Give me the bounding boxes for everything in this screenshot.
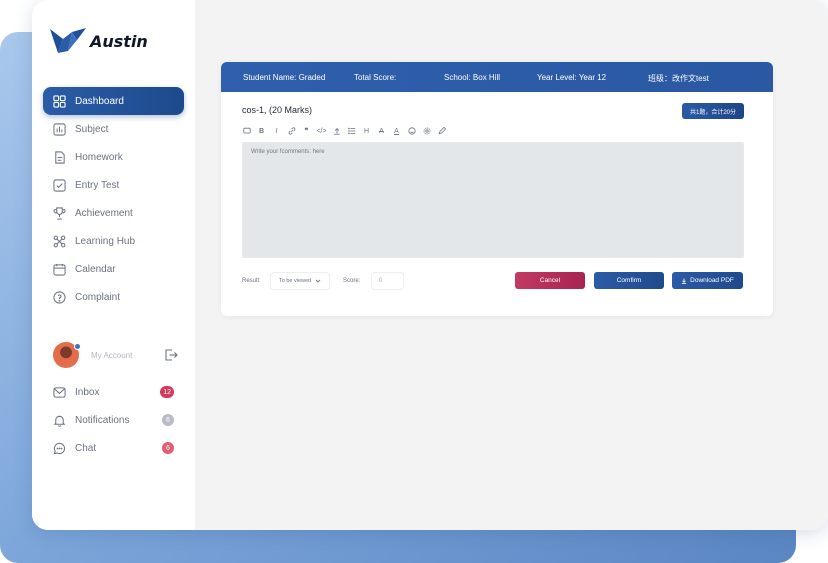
class-name: 班级：改作文test (648, 74, 709, 83)
app-window: Austin Dashboard Subject Homework Entry … (32, 0, 828, 530)
grading-card: Student Name: Graded Total Score: School… (221, 62, 773, 316)
download-pdf-label: Download PDF (690, 277, 734, 284)
score-label: Score: (343, 278, 361, 284)
hub-icon (53, 235, 66, 248)
student-info-bar: Student Name: Graded Total Score: School… (221, 62, 773, 92)
sidebar-item-complaint[interactable]: Complaint (43, 283, 184, 311)
quote-icon[interactable]: ❞ (302, 127, 311, 136)
inbox-count-badge: 12 (160, 386, 174, 398)
sidebar-item-label: Inbox (75, 386, 100, 398)
chevron-down-icon (315, 279, 321, 283)
underline-icon[interactable]: A (392, 127, 401, 136)
account-row[interactable]: My Account (53, 341, 178, 369)
comment-editor[interactable] (242, 142, 744, 258)
result-value: To be viewed (279, 278, 312, 284)
bold-icon[interactable]: B (257, 127, 266, 136)
bell-icon (53, 414, 66, 427)
sidebar-item-label: Learning Hub (75, 235, 136, 247)
secondary-nav: Inbox 12 Notifications 6 Chat 6 (43, 378, 184, 462)
strikethrough-icon[interactable]: A (377, 127, 386, 136)
complaint-icon (53, 290, 66, 304)
account-label: My Account (91, 350, 133, 360)
editor-toolbar: B I ❞ </> H A A (242, 126, 452, 136)
emoji-icon[interactable] (407, 127, 416, 136)
sidebar-item-notifications[interactable]: Notifications 6 (43, 406, 184, 434)
dashboard-icon (53, 94, 66, 108)
sidebar-item-subject[interactable]: Subject (43, 115, 184, 143)
main-nav: Dashboard Subject Homework Entry Test Ac… (43, 87, 184, 311)
code-icon[interactable]: </> (316, 127, 326, 136)
sidebar-item-homework[interactable]: Homework (43, 143, 184, 171)
sidebar-item-chat[interactable]: Chat 6 (43, 434, 184, 462)
sidebar-item-learning-hub[interactable]: Learning Hub (43, 227, 184, 255)
inbox-icon (53, 386, 66, 399)
download-pdf-button[interactable]: Download PDF (672, 272, 743, 289)
online-status-dot (74, 343, 81, 350)
sidebar-item-achievement[interactable]: Achievement (43, 199, 184, 227)
sidebar-item-entry-test[interactable]: Entry Test (43, 171, 184, 199)
sidebar-item-label: Notifications (75, 414, 130, 426)
settings-icon[interactable] (422, 127, 431, 136)
heading-icon[interactable]: H (362, 127, 371, 136)
total-score: Total Score: (354, 73, 397, 82)
upload-icon[interactable] (332, 127, 341, 136)
total-marks-button[interactable]: 共1题，合计20分 (681, 103, 744, 119)
sidebar-item-label: Achievement (75, 207, 133, 219)
confirm-button[interactable]: Comfirm (594, 272, 664, 289)
main-content: Student Name: Graded Total Score: School… (195, 0, 828, 530)
sidebar-item-label: Chat (75, 442, 97, 454)
score-input[interactable]: 0 (371, 272, 404, 290)
year-level: Year Level: Year 12 (537, 73, 607, 82)
avatar[interactable] (53, 342, 81, 368)
pen-icon[interactable] (437, 127, 446, 136)
sidebar-item-label: Entry Test (75, 179, 120, 191)
calendar-icon (53, 263, 66, 276)
school-name: School: Box Hill (444, 73, 501, 82)
sidebar-item-label: Calendar (75, 263, 116, 275)
link-icon[interactable] (287, 127, 296, 136)
sidebar-item-calendar[interactable]: Calendar (43, 255, 184, 283)
sidebar-item-label: Homework (75, 151, 123, 163)
sidebar: Austin Dashboard Subject Homework Entry … (32, 0, 195, 530)
sidebar-item-label: Complaint (75, 291, 121, 303)
document-icon (53, 150, 66, 164)
chat-icon (53, 442, 66, 455)
logo: Austin (50, 28, 148, 54)
grading-actions: Result: To be viewed Score: 0 Cancel Com… (242, 271, 744, 291)
cancel-button[interactable]: Cancel (515, 272, 585, 289)
download-icon (681, 278, 687, 284)
chart-icon (53, 122, 66, 136)
result-label: Result: (242, 278, 261, 284)
bird-logo-icon (50, 28, 86, 53)
result-select[interactable]: To be viewed (270, 272, 330, 290)
student-name: Student Name: Graded (243, 73, 326, 82)
sidebar-item-inbox[interactable]: Inbox 12 (43, 378, 184, 406)
chat-count-badge: 6 (162, 442, 174, 454)
list-icon[interactable] (347, 127, 356, 136)
test-icon (53, 178, 66, 192)
trophy-icon (53, 206, 66, 220)
comment-icon[interactable] (242, 127, 251, 136)
sidebar-item-label: Dashboard (75, 95, 124, 107)
sidebar-item-dashboard[interactable]: Dashboard (43, 87, 184, 115)
logout-icon[interactable] (164, 348, 178, 362)
italic-icon[interactable]: I (272, 127, 281, 136)
notifications-count-badge: 6 (162, 414, 174, 426)
sidebar-item-label: Subject (75, 123, 109, 135)
app-name: Austin (90, 31, 148, 51)
question-title: cos-1, (20 Marks) (242, 105, 313, 115)
